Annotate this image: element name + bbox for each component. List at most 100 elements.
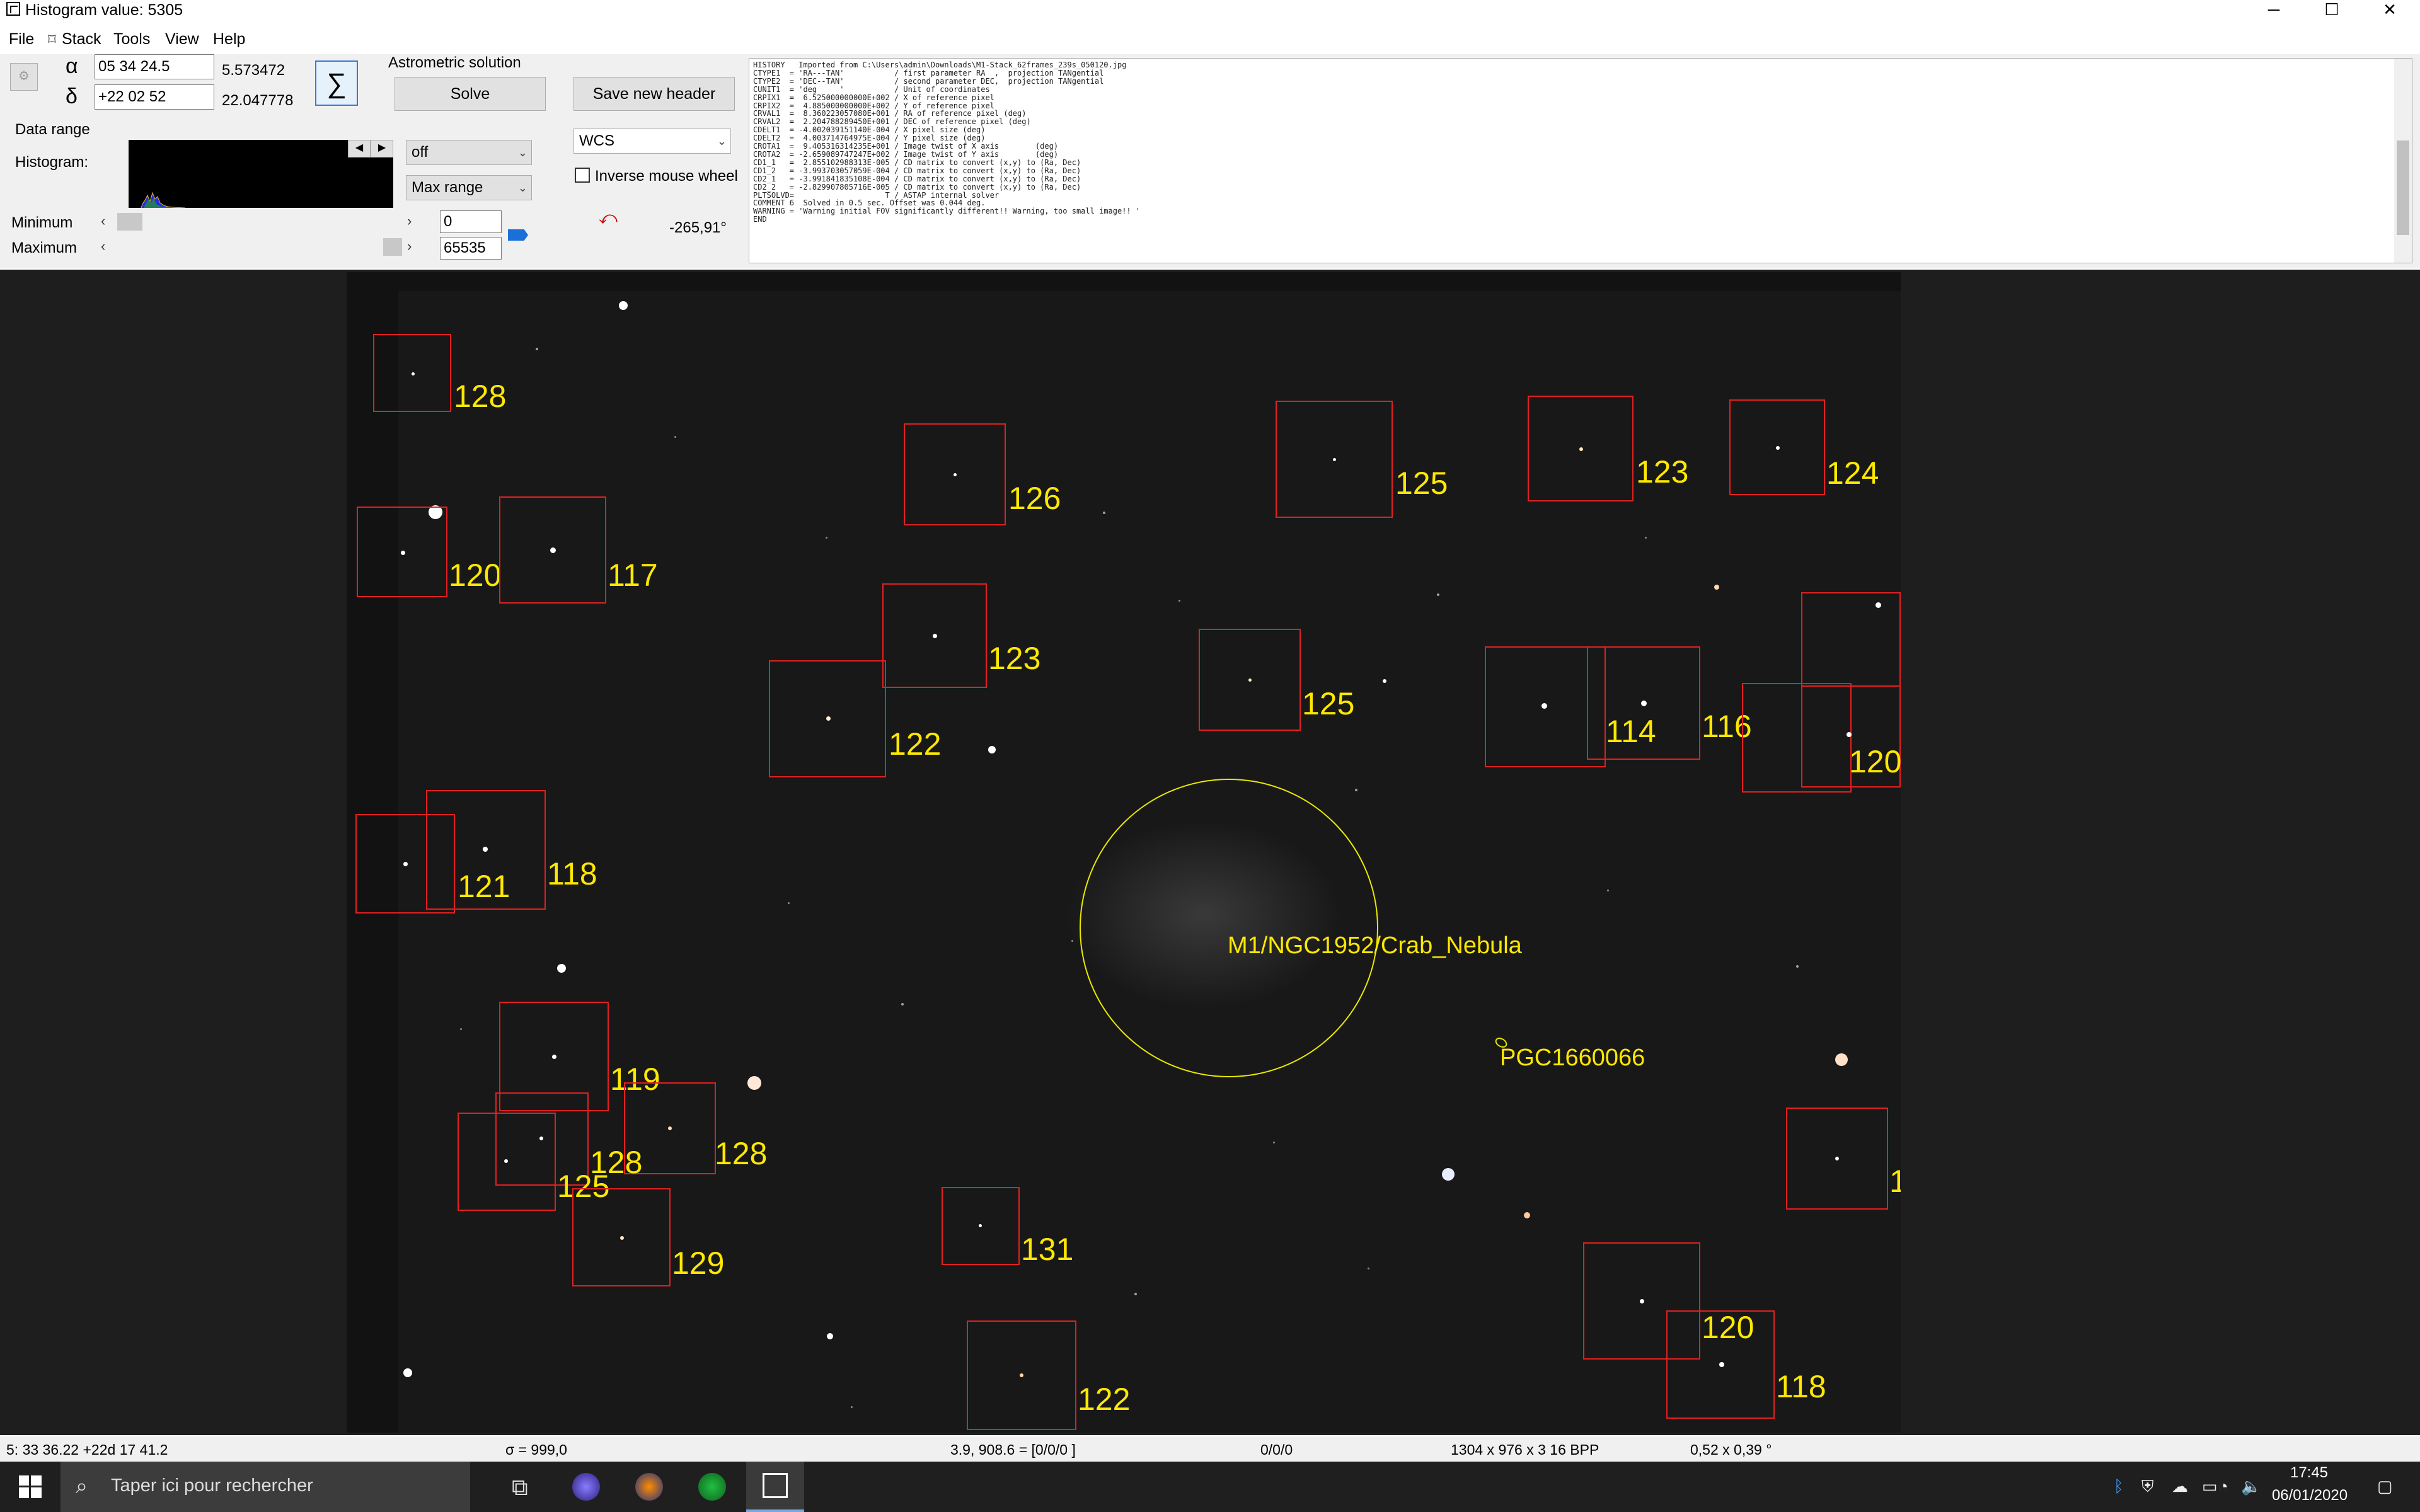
memo-scrollbar[interactable]	[2394, 59, 2412, 263]
solve-button[interactable]: Solve	[395, 77, 546, 111]
menu-bar: File ⌑ Stack Tools View Help	[0, 28, 2420, 53]
wcs-value: WCS	[579, 132, 614, 149]
hfd-label: 122	[889, 726, 942, 762]
hfd-label: 1	[1889, 1164, 1901, 1199]
star	[1134, 1293, 1137, 1295]
stretch-mode-select[interactable]: off ⌄	[406, 140, 532, 165]
notifications-icon[interactable]: ▢	[2377, 1477, 2393, 1496]
alpha-symbol: α	[66, 54, 78, 78]
close-button[interactable]: ✕	[2361, 0, 2419, 19]
dec-input[interactable]: +22 02 52	[95, 84, 214, 110]
range-select[interactable]: Max range ⌄	[406, 175, 532, 200]
maximum-slider-thumb[interactable]	[383, 238, 402, 256]
star	[536, 348, 538, 350]
astap-taskbar-button[interactable]	[746, 1462, 804, 1512]
search-icon: ⌕	[76, 1474, 88, 1498]
star	[504, 1159, 508, 1163]
star	[1071, 940, 1073, 942]
minimum-left-arrow[interactable]: ‹	[101, 213, 105, 229]
status-fov: 0,52 x 0,39 °	[1690, 1441, 1772, 1458]
maximum-input[interactable]: 65535	[440, 237, 502, 260]
menu-stack[interactable]: Stack	[62, 30, 101, 49]
memo-scrollbar-thumb[interactable]	[2397, 140, 2409, 235]
menu-tools[interactable]: Tools	[113, 30, 150, 49]
star	[901, 1003, 904, 1005]
star	[1876, 602, 1881, 608]
star	[557, 964, 566, 973]
star	[1524, 1212, 1530, 1218]
menu-file[interactable]: File	[9, 30, 34, 49]
minimum-slider-thumb[interactable]	[117, 213, 142, 231]
ra-decimal: 5.573472	[222, 62, 285, 79]
fits-header-memo[interactable]: HISTORY Imported from C:\Users\admin\Dow…	[749, 58, 2412, 263]
histogram-right-arrow[interactable]: ▶	[371, 140, 393, 158]
gear-icon[interactable]: ⚙	[10, 63, 38, 91]
status-dimensions: 1304 x 976 x 3 16 BPP	[1451, 1441, 1599, 1458]
shield-icon[interactable]: ⛨	[2141, 1477, 2154, 1497]
ra-input[interactable]: 05 34 24.5	[95, 54, 214, 79]
dec-decimal: 22.047778	[222, 92, 294, 109]
star	[1178, 600, 1180, 602]
star	[1333, 458, 1336, 461]
astro-image[interactable]: M1/NGC1952/Crab_Nebula PGC1660066 128 12…	[347, 272, 1901, 1433]
app-icon	[6, 2, 20, 16]
hfd-label: 120	[1849, 744, 1901, 779]
star	[619, 301, 628, 310]
save-header-button[interactable]: Save new header	[573, 77, 735, 111]
star	[620, 1236, 624, 1240]
star	[550, 547, 556, 553]
taskbar-date[interactable]: 06/01/2020	[2267, 1487, 2352, 1504]
star	[403, 1368, 412, 1377]
cpwi-icon[interactable]	[635, 1473, 663, 1501]
maximize-button[interactable]: ☐	[2303, 0, 2361, 19]
battery-icon[interactable]: ▭	[2202, 1477, 2218, 1496]
hfd-label: 125	[1395, 466, 1448, 501]
minimum-input[interactable]: 0	[440, 210, 502, 233]
delta-symbol: δ	[66, 84, 78, 108]
status-rgb: 0/0/0	[1260, 1441, 1293, 1458]
chevron-down-icon: ⌄	[517, 181, 527, 194]
minimize-button[interactable]: ─	[2245, 0, 2303, 19]
inverse-wheel-checkbox[interactable]	[575, 168, 590, 183]
star	[460, 1028, 462, 1030]
network-icon[interactable]: ◔	[2218, 1477, 2228, 1496]
minimum-right-arrow[interactable]: ›	[407, 213, 412, 229]
maximum-left-arrow[interactable]: ‹	[101, 238, 105, 255]
star	[1719, 1362, 1724, 1367]
status-sigma: σ = 999,0	[505, 1441, 567, 1458]
status-pixel-value: 3.9, 908.6 = [0/0/0 ]	[950, 1441, 1076, 1458]
chevron-down-icon: ⌄	[717, 135, 727, 147]
star	[1355, 789, 1357, 791]
title-bar: Histogram value: 5305 ─ ☐ ✕	[0, 0, 2420, 19]
sigma-button[interactable]: ∑	[315, 60, 358, 106]
star	[1020, 1373, 1023, 1377]
windows-start-icon[interactable]	[19, 1475, 42, 1498]
star	[483, 847, 488, 852]
maximum-right-arrow[interactable]: ›	[407, 238, 412, 255]
histogram-left-arrow[interactable]: ◀	[348, 140, 371, 158]
bluetooth-icon[interactable]: ᛒ	[2114, 1477, 2124, 1496]
taskbar-search-placeholder[interactable]: Taper ici pour rechercher	[111, 1475, 313, 1496]
taskbar-time[interactable]: 17:45	[2276, 1464, 2342, 1482]
star	[851, 1406, 853, 1408]
star	[401, 551, 405, 555]
task-view-icon[interactable]: ⧉	[512, 1474, 528, 1501]
data-range-label: Data range	[15, 121, 90, 138]
hfd-label: 117	[608, 558, 658, 593]
stellarium-icon[interactable]	[572, 1473, 600, 1501]
star	[668, 1126, 672, 1130]
stack-icon: ⌑	[48, 31, 56, 49]
hfd-label: 128	[454, 379, 507, 414]
sharpcap-icon[interactable]	[698, 1473, 726, 1501]
wcs-select[interactable]: WCS ⌄	[573, 129, 731, 154]
star	[747, 1076, 761, 1090]
menu-help[interactable]: Help	[213, 30, 245, 49]
hfd-label: 125	[1302, 686, 1355, 721]
onedrive-icon[interactable]: ☁	[2172, 1477, 2188, 1496]
volume-icon[interactable]: 🔈	[2241, 1477, 2261, 1496]
range-value: Max range	[412, 179, 483, 196]
slider-pointer-icon[interactable]	[508, 229, 528, 241]
menu-view[interactable]: View	[165, 30, 199, 49]
star	[1835, 1157, 1839, 1160]
chevron-down-icon: ⌄	[517, 146, 527, 159]
